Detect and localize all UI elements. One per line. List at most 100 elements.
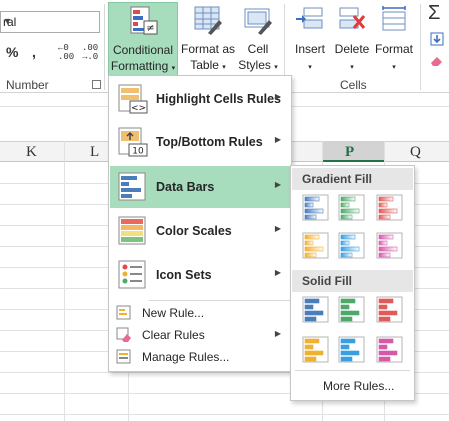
cell-styles-line2: Styles <box>238 58 271 72</box>
menu-item-color-scales[interactable]: Color Scales ▶ <box>110 210 291 252</box>
gradient-data-bar-swatch-1[interactable] <box>301 194 331 222</box>
submenu-arrow-icon: ▶ <box>274 180 281 189</box>
percent-style-button[interactable]: % <box>6 44 18 60</box>
solid-data-bar-swatch-4[interactable] <box>301 336 331 364</box>
menu-item-label: Icon Sets <box>156 268 212 282</box>
data-bars-icon <box>118 172 146 201</box>
insert-caret-wrap: ▾ <box>288 58 332 75</box>
format-as-table-button[interactable]: Format as Table ▾ <box>180 2 236 76</box>
menu-item-highlight-cells-rules[interactable]: <> Highlight Cells Rules ▶ <box>110 78 291 120</box>
submenu-arrow-icon: ▶ <box>274 92 281 101</box>
group-separator <box>420 4 421 90</box>
format-as-table-line1: Format as <box>180 42 235 56</box>
number-group-label: Number <box>6 78 49 92</box>
menu-item-icon-sets[interactable]: Icon Sets ▶ <box>110 254 291 296</box>
menu-item-label: New Rule... <box>142 306 205 320</box>
format-as-table-line2-wrap: Table ▾ <box>180 58 236 75</box>
svg-text:<>: <> <box>131 104 146 114</box>
gradient-data-bar-swatch-5[interactable] <box>337 232 367 260</box>
cell-styles-line2-wrap: Styles ▾ <box>236 58 280 75</box>
format-caret-wrap: ▾ <box>372 58 416 75</box>
highlight-cells-icon: <> <box>118 84 148 114</box>
gradient-data-bar-swatch-6[interactable] <box>375 232 405 260</box>
number-format-dropdown[interactable]: ral ▼ <box>0 11 100 33</box>
color-scales-icon <box>118 216 146 245</box>
delete-label: Delete <box>334 42 370 56</box>
solid-data-bar-swatch-1[interactable] <box>301 296 331 324</box>
conditional-formatting-button[interactable]: ≠ Conditional Formatting ▾ <box>108 2 178 76</box>
svg-text:≠: ≠ <box>146 23 154 34</box>
sigma-icon[interactable]: Σ <box>428 2 440 25</box>
menu-item-clear-rules[interactable]: Clear Rules ▶ <box>110 324 291 346</box>
gradient-fill-header: Gradient Fill <box>292 168 413 190</box>
new-rule-icon <box>116 305 131 320</box>
comma-style-button[interactable]: , <box>32 44 36 60</box>
format-label-wrap: Format <box>372 42 416 57</box>
dialog-launcher-icon[interactable] <box>92 80 101 89</box>
increase-decimal-button[interactable]: ←0 .00 <box>58 44 74 62</box>
grid-line <box>0 414 449 415</box>
chevron-down-icon: ▾ <box>392 64 396 71</box>
delete-label-wrap: Delete <box>334 42 370 57</box>
more-rules-item[interactable]: More Rules... <box>323 379 394 393</box>
submenu-arrow-icon: ▶ <box>274 224 281 233</box>
decrease-decimal-button[interactable]: .00 →.0 <box>82 44 98 62</box>
solid-data-bar-swatch-3[interactable] <box>375 296 405 324</box>
insert-button[interactable]: Insert ▾ <box>288 2 332 76</box>
submenu-arrow-icon: ▶ <box>274 329 281 338</box>
column-header-p[interactable]: P <box>345 144 354 161</box>
chevron-down-icon: ▼ <box>3 16 12 26</box>
delete-button[interactable]: Delete ▾ <box>334 2 370 76</box>
menu-item-label: Top/Bottom Rules <box>156 135 263 149</box>
chevron-down-icon: ▾ <box>274 64 278 71</box>
manage-rules-icon <box>116 349 131 364</box>
solid-data-bar-swatch-5[interactable] <box>337 336 367 364</box>
menu-item-manage-rules[interactable]: Manage Rules... <box>110 346 291 368</box>
cell-styles-button[interactable]: Cell Styles ▾ <box>236 2 280 76</box>
submenu-arrow-icon: ▶ <box>274 268 281 277</box>
menu-item-label: Manage Rules... <box>142 350 230 364</box>
menu-separator <box>295 370 410 371</box>
data-bars-submenu: Gradient Fill Solid Fill More Rules... <box>290 165 415 401</box>
chevron-down-icon: ▾ <box>350 64 354 71</box>
gradient-data-bar-swatch-2[interactable] <box>337 194 367 222</box>
chevron-down-icon: ▾ <box>308 64 312 71</box>
clear-rules-icon <box>116 327 131 342</box>
cell-styles-icon <box>244 8 272 35</box>
solid-fill-header: Solid Fill <box>292 270 413 292</box>
gradient-data-bar-swatch-3[interactable] <box>375 194 405 222</box>
menu-item-data-bars[interactable]: Data Bars ▶ <box>110 166 291 208</box>
column-header-q[interactable]: Q <box>410 144 421 161</box>
menu-item-label: Color Scales <box>156 224 232 238</box>
cf-label-line2-wrap: Formatting ▾ <box>109 59 177 76</box>
solid-data-bar-swatch-2[interactable] <box>337 296 367 324</box>
icon-sets-icon <box>118 260 146 289</box>
chevron-down-icon: ▾ <box>222 64 226 71</box>
group-separator <box>104 4 105 90</box>
column-header-k[interactable]: K <box>26 144 37 161</box>
menu-item-label: Data Bars <box>156 180 215 194</box>
menu-item-top-bottom-rules[interactable]: 10 Top/Bottom Rules ▶ <box>110 121 291 163</box>
fill-down-icon[interactable] <box>430 32 444 46</box>
eraser-icon[interactable] <box>430 55 444 67</box>
increase-decimal-line2: .00 <box>58 52 75 62</box>
insert-cells-icon <box>296 7 323 29</box>
format-button[interactable]: Format ▾ <box>372 2 416 76</box>
delete-caret-wrap: ▾ <box>334 58 370 75</box>
format-as-table-icon <box>194 6 222 35</box>
menu-item-new-rule[interactable]: New Rule... <box>110 302 291 324</box>
submenu-arrow-icon: ▶ <box>274 135 281 144</box>
cells-group-label: Cells <box>340 78 367 92</box>
insert-label-wrap: Insert <box>288 42 332 57</box>
insert-label: Insert <box>294 42 325 56</box>
format-cells-icon <box>382 6 406 31</box>
cell-styles-line1: Cell <box>247 42 269 56</box>
column-header-l[interactable]: L <box>90 144 99 161</box>
gradient-data-bar-swatch-4[interactable] <box>301 232 331 260</box>
menu-item-label: Clear Rules <box>142 328 205 342</box>
conditional-formatting-icon: ≠ <box>130 6 158 35</box>
menu-separator <box>149 300 290 301</box>
top-bottom-icon-number: 10 <box>132 147 144 157</box>
solid-data-bar-swatch-6[interactable] <box>375 336 405 364</box>
cf-label-line1: Conditional <box>112 43 174 57</box>
